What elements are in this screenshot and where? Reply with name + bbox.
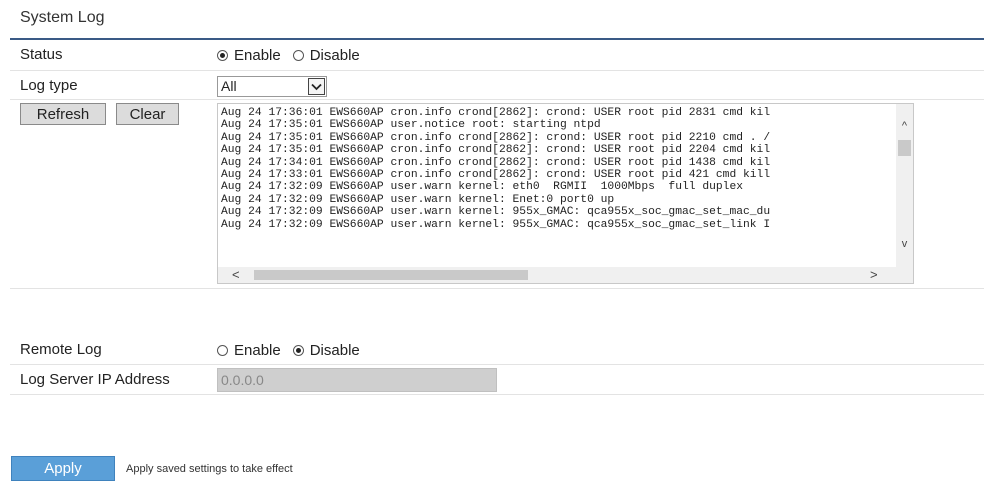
scroll-thumb-vertical[interactable] xyxy=(898,140,911,156)
log-line: Aug 24 17:32:09 EWS660AP user.warn kerne… xyxy=(221,181,744,194)
horizontal-scrollbar[interactable]: < > xyxy=(218,267,913,283)
row-divider xyxy=(10,364,984,365)
status-enable-label[interactable]: Enable xyxy=(234,47,281,64)
log-server-ip-field[interactable]: 0.0.0.0 xyxy=(217,368,497,392)
row-divider xyxy=(10,394,984,395)
row-divider xyxy=(10,288,984,289)
vertical-scrollbar[interactable]: ^ v xyxy=(896,104,913,268)
chevron-down-icon[interactable] xyxy=(308,78,325,95)
log-type-select[interactable]: All xyxy=(217,76,327,97)
status-disable-radio[interactable] xyxy=(292,50,304,61)
log-line: Aug 24 17:36:01 EWS660AP cron.info crond… xyxy=(221,107,771,119)
log-line: Aug 24 17:32:09 EWS660AP user.warn kerne… xyxy=(221,193,615,206)
remote-log-enable-radio[interactable] xyxy=(217,345,228,356)
log-line: Aug 24 17:32:09 EWS660AP user.warn kerne… xyxy=(221,218,771,231)
status-label: Status xyxy=(20,46,63,63)
scroll-down-icon[interactable]: v xyxy=(896,238,913,250)
log-line: Aug 24 17:32:09 EWS660AP user.warn kerne… xyxy=(221,206,771,219)
status-radio-group: Enable Disable xyxy=(217,47,372,64)
log-line: Aug 24 17:35:01 EWS660AP user.notice roo… xyxy=(221,119,601,132)
log-line: Aug 24 17:35:01 EWS660AP cron.info crond… xyxy=(221,144,771,157)
log-type-label: Log type xyxy=(20,77,78,94)
remote-log-enable-label[interactable]: Enable xyxy=(234,342,281,359)
apply-note: Apply saved settings to take effect xyxy=(126,463,293,475)
refresh-button[interactable]: Refresh xyxy=(20,103,106,125)
remote-log-disable-label[interactable]: Disable xyxy=(310,342,360,359)
log-textarea[interactable]: Aug 24 17:36:01 EWS660AP cron.info crond… xyxy=(217,103,914,284)
scroll-thumb-horizontal[interactable] xyxy=(254,270,528,280)
scroll-up-icon[interactable]: ^ xyxy=(896,120,913,132)
row-divider xyxy=(10,70,984,71)
scroll-left-icon[interactable]: < xyxy=(232,267,240,282)
log-type-value: All xyxy=(221,78,237,94)
page-title: System Log xyxy=(20,9,105,26)
title-divider xyxy=(10,38,984,40)
clear-button[interactable]: Clear xyxy=(116,103,179,125)
remote-log-label: Remote Log xyxy=(20,341,102,358)
log-line: Aug 24 17:33:01 EWS660AP cron.info crond… xyxy=(221,169,771,182)
scroll-right-icon[interactable]: > xyxy=(870,267,878,282)
log-content: Aug 24 17:36:01 EWS660AP cron.info crond… xyxy=(221,107,896,231)
status-enable-radio[interactable] xyxy=(217,50,228,61)
status-disable-label[interactable]: Disable xyxy=(310,47,360,64)
remote-log-disable-radio[interactable] xyxy=(292,345,304,356)
apply-button[interactable]: Apply xyxy=(11,456,115,481)
row-divider xyxy=(10,99,984,100)
remote-log-radio-group: Enable Disable xyxy=(217,342,372,359)
log-server-label: Log Server IP Address xyxy=(20,371,170,388)
log-line: Aug 24 17:34:01 EWS660AP cron.info crond… xyxy=(221,156,771,169)
log-line: Aug 24 17:35:01 EWS660AP cron.info crond… xyxy=(221,131,771,144)
